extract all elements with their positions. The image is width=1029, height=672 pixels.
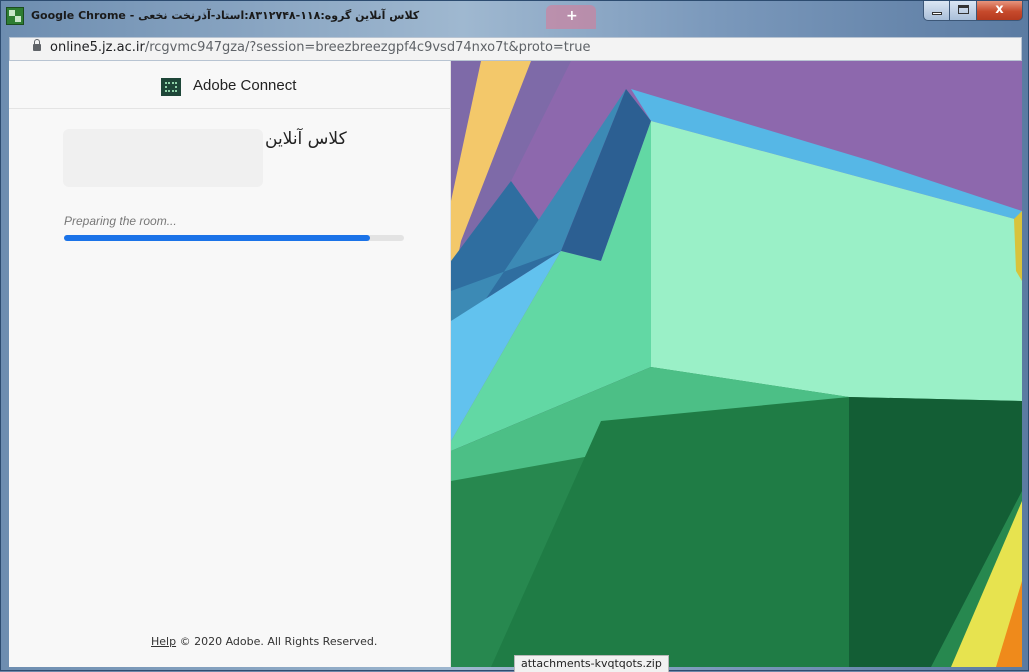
loading-status: Preparing the room...: [64, 214, 177, 228]
brand-name: Adobe Connect: [193, 77, 297, 94]
download-status-bubble: attachments-kvqtqots.zip: [514, 655, 669, 672]
address-bar[interactable]: online5.jz.ac.ir/rcgvmc947gza/?session=b…: [9, 37, 1022, 61]
decorative-cube-artwork: [451, 61, 1022, 667]
cube-illustration: [451, 61, 1022, 667]
maximize-button[interactable]: [950, 1, 977, 21]
room-title: کلاس آنلاین: [265, 129, 347, 149]
window-controls: x: [923, 1, 1023, 21]
loading-panel: Adobe Connect کلاس آنلاین Preparing the …: [9, 61, 451, 667]
copyright-text: © 2020 Adobe. All Rights Reserved.: [179, 635, 378, 648]
url-text[interactable]: online5.jz.ac.ir/rcgvmc947gza/?session=b…: [50, 40, 591, 55]
plus-icon: +: [566, 8, 578, 24]
close-icon: x: [995, 2, 1004, 17]
page-content: Adobe Connect کلاس آنلاین Preparing the …: [9, 61, 1022, 667]
help-link[interactable]: Help: [151, 635, 176, 648]
footer: Help © 2020 Adobe. All Rights Reserved.: [151, 635, 377, 648]
new-tab-button[interactable]: +: [546, 5, 596, 29]
lock-icon[interactable]: [33, 39, 41, 51]
window-title: Google Chrome - کلاس آنلاین گروه:۱۱۸-۸۳۱…: [31, 9, 420, 22]
url-host: online5.jz.ac.ir: [50, 40, 145, 55]
brand-header: Adobe Connect: [9, 61, 451, 109]
adobe-connect-app-icon: [6, 7, 24, 25]
title-bar: Google Chrome - کلاس آنلاین گروه:۱۱۸-۸۳۱…: [1, 1, 1028, 37]
progress-bar-fill: [64, 235, 370, 241]
url-path: /rcgvmc947gza/?session=breezbreezgpf4c9v…: [144, 40, 591, 55]
room-image-placeholder: [63, 129, 263, 187]
close-button[interactable]: x: [977, 1, 1023, 21]
browser-window: Google Chrome - کلاس آنلاین گروه:۱۱۸-۸۳۱…: [0, 0, 1029, 672]
minimize-button[interactable]: [923, 1, 950, 21]
adobe-connect-logo-icon: [161, 78, 181, 96]
progress-bar: [64, 235, 404, 241]
